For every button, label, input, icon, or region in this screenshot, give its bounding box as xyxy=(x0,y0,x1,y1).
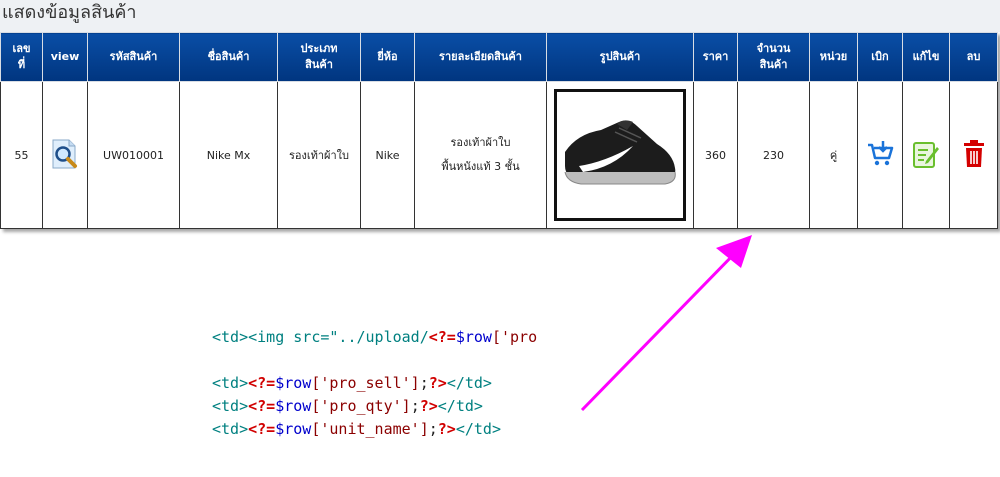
arrow-line xyxy=(580,248,740,412)
annotation-arrow xyxy=(580,235,752,412)
arrowhead xyxy=(716,235,752,268)
